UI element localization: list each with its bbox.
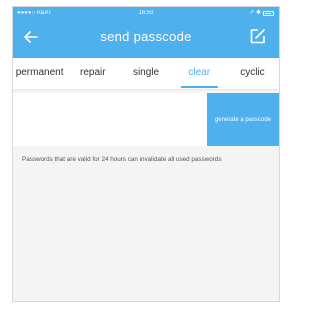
tab-cyclic[interactable]: cyclic bbox=[226, 58, 279, 89]
nav-row: send passcode bbox=[13, 22, 279, 52]
status-bar: ●●●●○ A&AT 16:59 ↗ ✱ bbox=[13, 7, 279, 20]
status-indicator-icons: ↗ ✱ bbox=[249, 10, 261, 16]
generate-row: generate a passcode bbox=[13, 93, 279, 146]
header-bar: ●●●●○ A&AT 16:59 ↗ ✱ send passcode bbox=[13, 7, 279, 58]
tab-repair[interactable]: repair bbox=[66, 58, 119, 89]
validity-note: Passwords that are valid for 24 hours ca… bbox=[22, 156, 222, 163]
status-indicators: ↗ ✱ bbox=[249, 7, 274, 20]
app-window: ●●●●○ A&AT 16:59 ↗ ✱ send passcode perma… bbox=[12, 6, 280, 302]
status-time: 16:59 bbox=[138, 10, 154, 16]
tab-permanent[interactable]: permanent bbox=[13, 58, 66, 89]
edit-icon[interactable] bbox=[249, 28, 266, 45]
battery-icon bbox=[263, 11, 274, 16]
tab-clear[interactable]: clear bbox=[173, 58, 226, 89]
generate-passcode-button[interactable]: generate a passcode bbox=[207, 93, 279, 146]
page-title: send passcode bbox=[100, 29, 192, 44]
passcode-display bbox=[13, 93, 207, 146]
passcode-type-tabs: permanent repair single clear cyclic bbox=[13, 58, 279, 90]
tab-single[interactable]: single bbox=[119, 58, 172, 89]
